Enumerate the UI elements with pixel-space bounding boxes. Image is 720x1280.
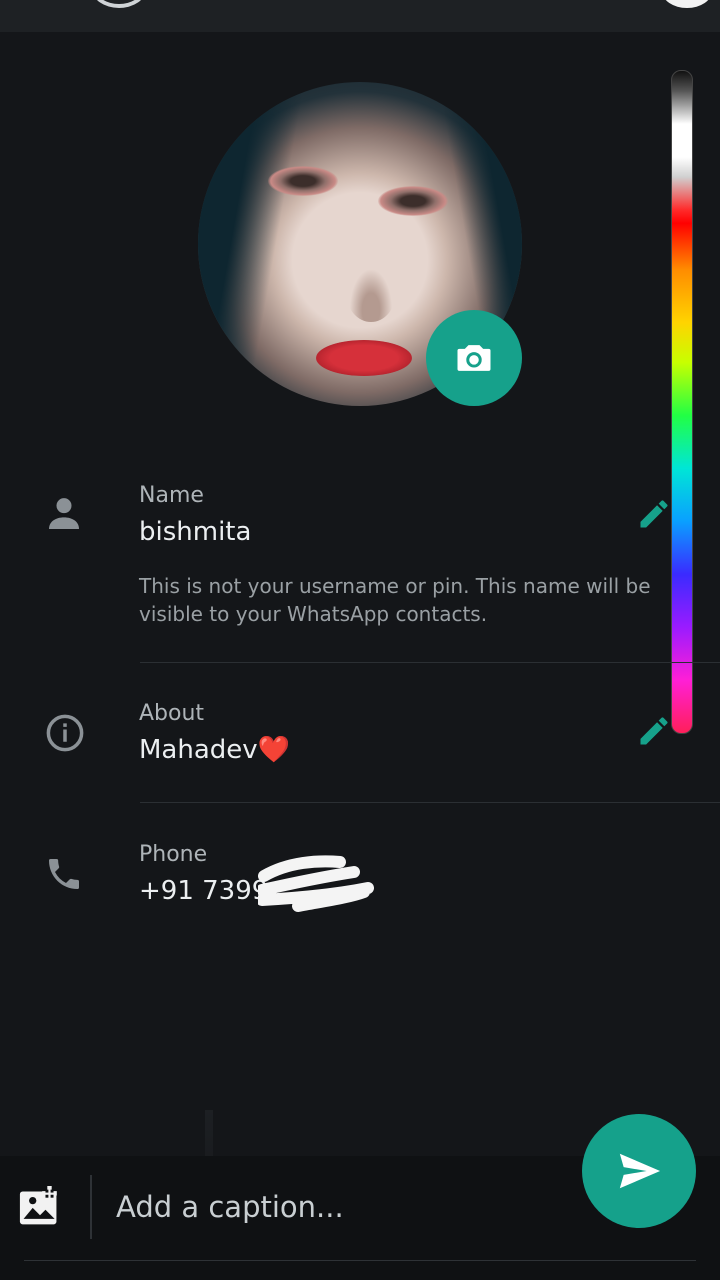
about-value[interactable]: Mahadev❤️: [139, 735, 290, 765]
add-image-icon[interactable]: [18, 1186, 62, 1228]
send-button[interactable]: [582, 1114, 696, 1228]
back-arc[interactable]: [92, 0, 146, 8]
edit-about-icon[interactable]: [636, 713, 672, 749]
send-icon: [619, 1153, 661, 1189]
divider: [140, 662, 720, 663]
name-hint: This is not your username or pin. This n…: [139, 574, 651, 626]
tool-button[interactable]: [662, 0, 712, 8]
camera-icon: [457, 345, 491, 371]
status-bar: [0, 0, 720, 32]
phone-icon: [49, 859, 79, 889]
caption-separator: [90, 1175, 92, 1239]
name-value[interactable]: bishmita: [139, 517, 251, 547]
redaction-scribble: [258, 855, 374, 912]
phone-value: +91 7399: [139, 876, 269, 906]
color-picker-slider[interactable]: [671, 70, 693, 734]
person-icon: [49, 498, 79, 529]
divider: [140, 802, 720, 803]
change-photo-button[interactable]: [426, 310, 522, 406]
about-label: About: [139, 701, 205, 726]
caption-underline: [24, 1260, 696, 1261]
phone-label: Phone: [139, 842, 208, 867]
edit-name-icon[interactable]: [636, 496, 672, 532]
info-icon: [46, 714, 84, 752]
caption-input[interactable]: Add a caption...: [116, 1190, 344, 1224]
name-label: Name: [139, 483, 204, 508]
